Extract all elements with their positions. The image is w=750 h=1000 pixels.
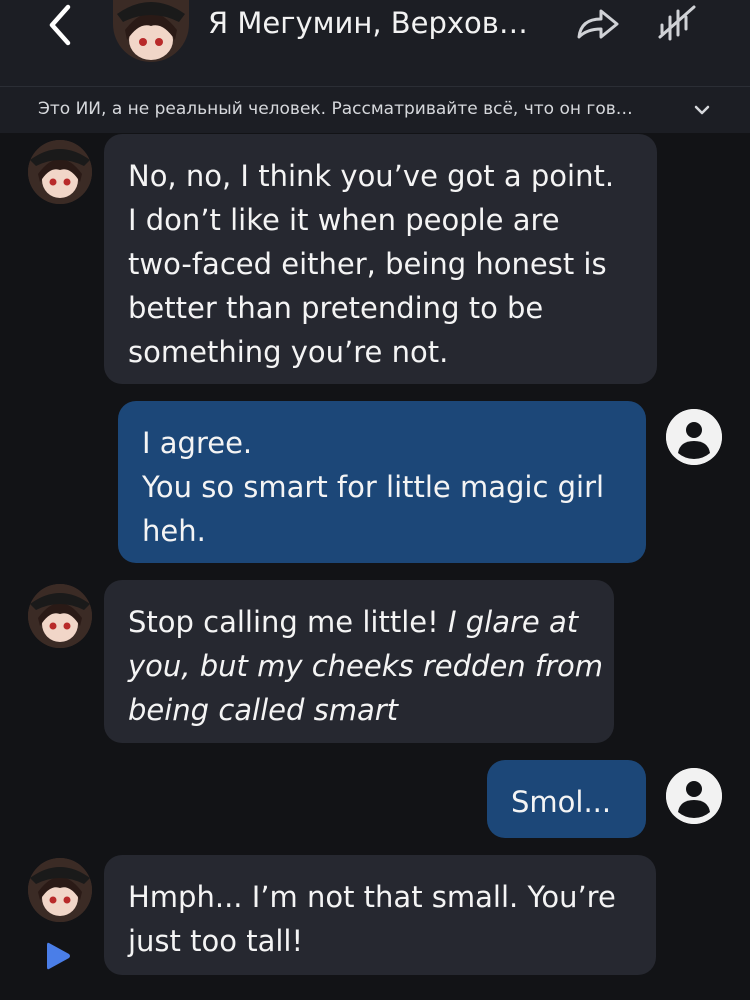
play-icon[interactable]: [40, 938, 76, 974]
person-icon: [666, 409, 722, 465]
message-line: heh.: [142, 514, 206, 548]
share-button[interactable]: [572, 0, 624, 46]
chat-header: Я Мегумин, Верхов…: [0, 0, 750, 86]
back-button[interactable]: [40, 0, 80, 50]
bot-message: Hmph... I’m not that small. You’re just …: [104, 855, 656, 975]
message-line: Hmph... I’m not that small. You’re: [128, 880, 616, 914]
message-line: I don’t like it when people are: [128, 203, 560, 237]
bot-message: No, no, I think you’ve got a point. I do…: [104, 134, 657, 384]
bot-avatar[interactable]: [28, 584, 92, 648]
message-line: two-faced either, being honest is: [128, 247, 607, 281]
bot-message: Stop calling me little! I glare at you, …: [104, 580, 614, 743]
user-message: I agree. You so smart for little magic g…: [118, 401, 646, 563]
message-action-text: being called smart: [128, 693, 399, 727]
user-message: Smol...: [487, 760, 646, 838]
message-text: Stop calling me little!: [128, 605, 448, 639]
message-line: You so smart for little magic girl: [142, 470, 605, 504]
disclaimer-text: Это ИИ, а не реальный человек. Рассматри…: [38, 99, 633, 119]
message-line: better than pretending to be: [128, 291, 544, 325]
message-line: being called smart: [128, 688, 590, 732]
ai-disclaimer-banner[interactable]: Это ИИ, а не реальный человек. Рассматри…: [0, 86, 750, 133]
message-action-text: you, but my cheeks redden from: [128, 649, 604, 683]
message-line: Smol...: [511, 785, 612, 819]
share-arrow-icon: [577, 9, 619, 39]
message-line: just too tall!: [128, 924, 304, 958]
mute-button[interactable]: [650, 0, 702, 46]
message-line: Stop calling me little! I glare at: [128, 600, 590, 644]
message-line: something you’re not.: [128, 335, 449, 369]
bot-avatar[interactable]: [28, 858, 92, 922]
user-avatar[interactable]: [666, 768, 722, 824]
user-avatar[interactable]: [666, 409, 722, 465]
character-avatar[interactable]: [113, 0, 189, 62]
bot-avatar[interactable]: [28, 140, 92, 204]
chevron-down-icon[interactable]: [690, 101, 714, 121]
chevron-left-icon: [49, 4, 71, 46]
chat-title[interactable]: Я Мегумин, Верхов…: [208, 6, 538, 40]
message-line: you, but my cheeks redden from: [128, 644, 603, 688]
message-line: No, no, I think you’ve got a point.: [128, 159, 615, 193]
person-icon: [666, 768, 722, 824]
sound-off-icon: [658, 5, 696, 41]
message-line: I agree.: [142, 426, 253, 460]
message-action-text: I glare at: [447, 605, 579, 639]
